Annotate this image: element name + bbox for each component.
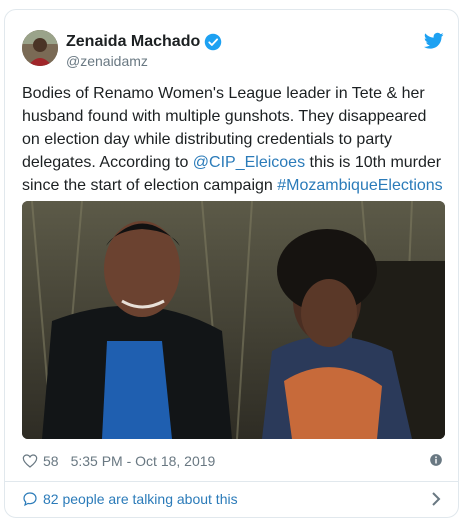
like-count[interactable]: 58	[43, 453, 59, 469]
tweet-meta: 58 5:35 PM - Oct 18, 2019	[22, 451, 443, 471]
twitter-bird-icon[interactable]	[424, 32, 444, 50]
info-icon[interactable]	[429, 453, 443, 467]
conversation-link[interactable]: 82 people are talking about this	[22, 488, 443, 510]
speech-bubble-icon	[23, 492, 37, 507]
author-display-name[interactable]: Zenaida Machado	[66, 33, 200, 51]
tweet-timestamp[interactable]: 5:35 PM - Oct 18, 2019	[71, 453, 216, 469]
author-name-row: Zenaida Machado	[66, 33, 222, 51]
hashtag-link[interactable]: #MozambiqueElections	[277, 177, 442, 194]
tweet-card: Zenaida Machado @zenaidamz Bodies of Ren…	[4, 9, 459, 518]
tweet-photo[interactable]	[22, 201, 445, 439]
heart-icon[interactable]	[22, 453, 38, 469]
mention-link[interactable]: @CIP_Eleicoes	[193, 154, 305, 171]
talking-label[interactable]: 82 people are talking about this	[43, 491, 238, 507]
chevron-right-icon[interactable]	[431, 492, 441, 506]
divider	[5, 481, 458, 482]
avatar[interactable]	[22, 30, 58, 66]
verified-badge-icon	[205, 33, 222, 51]
tweet-text: Bodies of Renamo Women's League leader i…	[22, 82, 447, 197]
author-handle[interactable]: @zenaidamz	[66, 53, 148, 69]
